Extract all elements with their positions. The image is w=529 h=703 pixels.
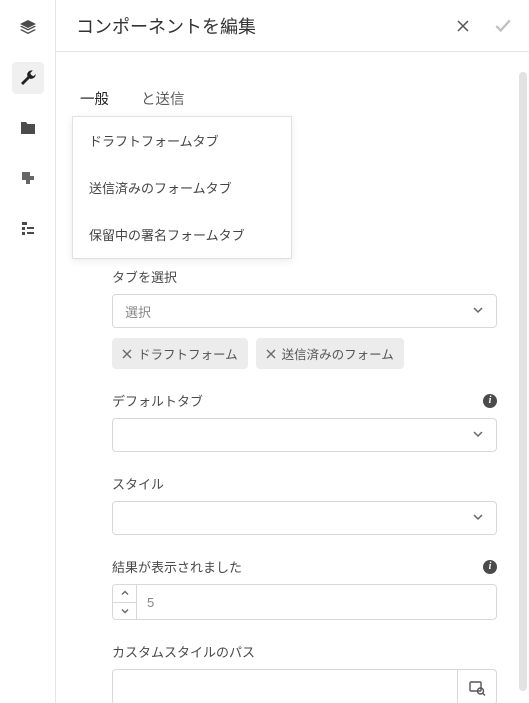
remove-tag-submitted[interactable] <box>266 349 276 359</box>
style-dropdown[interactable] <box>112 501 497 535</box>
confirm-button[interactable] <box>493 16 513 36</box>
chevron-down-icon <box>472 428 484 443</box>
custom-path-input[interactable] <box>112 669 457 703</box>
info-icon[interactable]: i <box>483 560 497 574</box>
chevron-down-icon <box>472 304 484 319</box>
step-up-button[interactable] <box>113 585 136 602</box>
rail-item-assets[interactable] <box>12 112 44 144</box>
browse-path-button[interactable] <box>457 669 497 703</box>
tag-submitted-label: 送信済みのフォーム <box>282 344 394 363</box>
dialog-header: コンポーネントを編集 <box>56 0 529 52</box>
style-label: スタイル <box>112 474 164 493</box>
info-icon[interactable]: i <box>483 394 497 408</box>
field-style: スタイル <box>112 474 497 535</box>
chevron-down-icon <box>472 511 484 526</box>
tag-draft-label: ドラフトフォーム <box>138 344 238 363</box>
results-input[interactable] <box>136 584 497 620</box>
rail-item-layers[interactable] <box>12 12 44 44</box>
tag-draft-form: ドラフトフォーム <box>112 338 248 369</box>
left-rail <box>0 0 56 703</box>
tag-submitted-form: 送信済みのフォーム <box>256 338 404 369</box>
select-tab-dropdown[interactable]: 選択 <box>112 294 497 328</box>
rail-item-wrench[interactable] <box>12 62 44 94</box>
results-label: 結果が表示されました <box>112 557 242 576</box>
dialog-title: コンポーネントを編集 <box>76 13 453 39</box>
field-default-tab: デフォルトタブ i <box>112 391 497 452</box>
default-tab-dropdown[interactable] <box>112 418 497 452</box>
remove-tag-draft[interactable] <box>122 349 132 359</box>
field-results: 結果が表示されました i <box>112 557 497 620</box>
field-custom-path: カスタムスタイルのパス <box>112 642 497 703</box>
tab-bar: 一般 と送信 ドラフトフォームタブ 送信済みのフォームタブ 保留中の署名フォーム… <box>64 78 497 119</box>
custom-path-label: カスタムスタイルのパス <box>112 642 255 661</box>
dropdown-item-draft-tab[interactable]: ドラフトフォームタブ <box>73 117 291 164</box>
tab-send[interactable]: と送信 <box>125 78 201 119</box>
select-tab-label: タブを選択 <box>112 267 177 286</box>
default-tab-label: デフォルトタブ <box>112 391 203 410</box>
tab-general[interactable]: 一般 <box>64 78 125 119</box>
dropdown-item-submitted-tab[interactable]: 送信済みのフォームタブ <box>73 164 291 211</box>
rail-item-content-tree[interactable] <box>12 212 44 244</box>
tab-dropdown-menu: ドラフトフォームタブ 送信済みのフォームタブ 保留中の署名フォームタブ <box>72 116 292 259</box>
field-select-tab: タブを選択 選択 <box>112 267 497 369</box>
close-button[interactable] <box>453 16 473 36</box>
rail-item-components[interactable] <box>12 162 44 194</box>
dropdown-item-pending-sign-tab[interactable]: 保留中の署名フォームタブ <box>73 211 291 258</box>
select-tab-value: 選択 <box>125 302 151 321</box>
scrollbar[interactable] <box>519 72 527 691</box>
step-down-button[interactable] <box>113 602 136 620</box>
